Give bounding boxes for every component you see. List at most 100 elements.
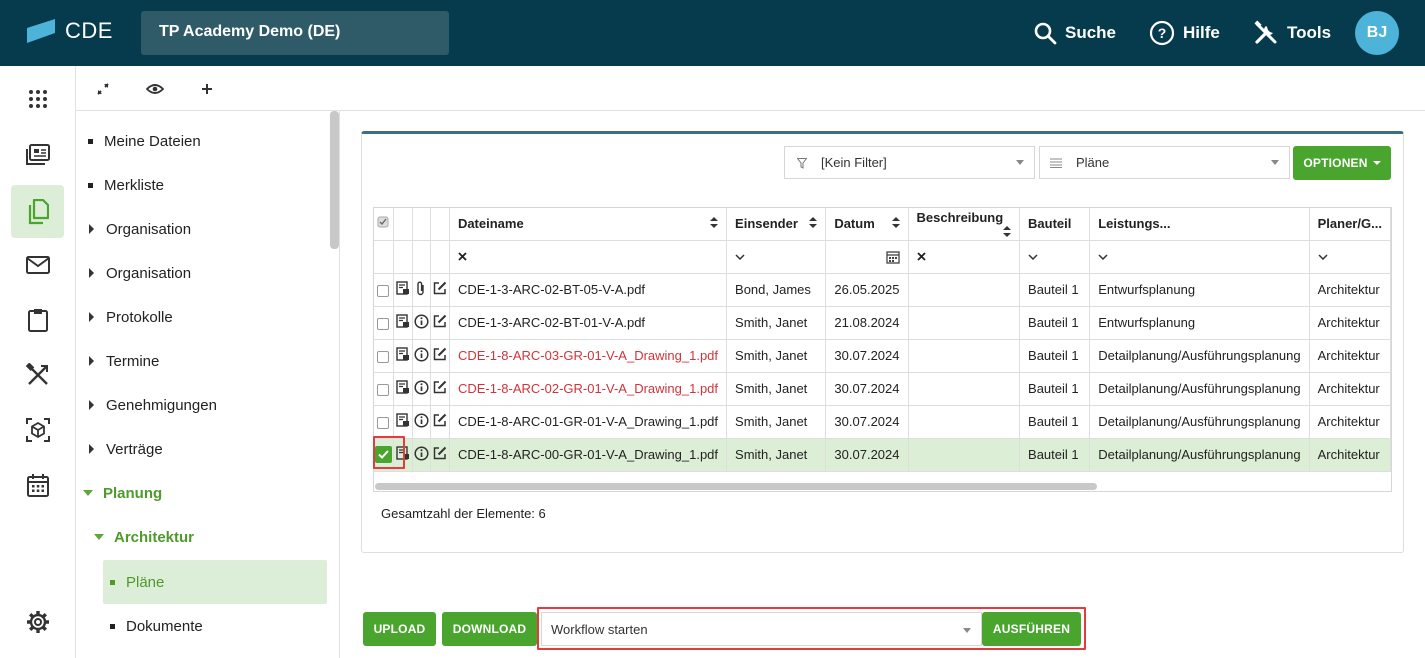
tree-item-architektur[interactable]: Architektur: [94, 515, 194, 559]
table-row[interactable]: CDE-1-8-ARC-02-GR-01-V-A_Drawing_1.pdf Sm…: [374, 372, 1391, 406]
tree-item-meine-dateien[interactable]: Meine Dateien: [88, 119, 201, 163]
cell-filename[interactable]: CDE-1-8-ARC-00-GR-01-V-A_Drawing_1.pdf: [449, 438, 728, 472]
tree-item-genehmigungen[interactable]: Genehmigungen: [88, 383, 217, 427]
documents-grid: Dateiname Einsender Datum Beschreibung B…: [373, 207, 1392, 492]
cell-filename[interactable]: CDE-1-8-ARC-03-GR-01-V-A_Drawing_1.pdf: [449, 339, 728, 373]
upload-button[interactable]: UPLOAD: [363, 612, 436, 646]
grid-horizontal-scrollbar[interactable]: [375, 483, 1097, 490]
info-button[interactable]: [412, 339, 432, 373]
info-button[interactable]: [412, 306, 432, 340]
project-selector[interactable]: TP Academy Demo (DE): [141, 11, 449, 55]
tree-scrollbar[interactable]: [330, 111, 339, 249]
sort-icon: [891, 217, 900, 229]
col-header-bauteil[interactable]: Bauteil: [1019, 208, 1091, 241]
rail-tasks-button[interactable]: [11, 293, 64, 346]
edit-button[interactable]: [430, 438, 450, 472]
row-checkbox[interactable]: [377, 350, 390, 363]
properties-button[interactable]: [393, 273, 413, 307]
tree-item-organisation-1[interactable]: Organisation: [88, 207, 191, 251]
filter-select[interactable]: [Kein Filter]: [784, 146, 1035, 179]
options-button[interactable]: OPTIONEN: [1293, 146, 1391, 180]
tree-item-organisation-2[interactable]: Organisation: [88, 251, 191, 295]
dropdown-arrow-icon: [1016, 160, 1024, 165]
add-button[interactable]: [198, 80, 216, 98]
tree-item-vertraege[interactable]: Verträge: [88, 427, 163, 471]
edit-button[interactable]: [430, 339, 450, 373]
properties-button[interactable]: [393, 372, 413, 406]
col-header-beschreibung[interactable]: Beschreibung: [908, 208, 1021, 241]
chevron-down-icon: [1318, 253, 1328, 260]
tree-item-termine[interactable]: Termine: [88, 339, 159, 383]
cell-filename[interactable]: CDE-1-8-ARC-02-GR-01-V-A_Drawing_1.pdf: [449, 372, 728, 406]
cell-sender: Bond, James: [726, 273, 827, 307]
attachment-button[interactable]: [412, 273, 432, 307]
rail-calendar-button[interactable]: [11, 458, 64, 511]
download-button[interactable]: DOWNLOAD: [442, 612, 537, 646]
edit-button[interactable]: [430, 273, 450, 307]
folder-tree: Meine Dateien Merkliste Organisation Org…: [76, 111, 340, 658]
cell-filename[interactable]: CDE-1-3-ARC-02-BT-05-V-A.pdf: [449, 273, 728, 307]
tools-label: Tools: [1287, 23, 1332, 42]
col-header-leistungsphase[interactable]: Leistungs...: [1089, 208, 1310, 241]
document-properties-icon: [395, 347, 409, 361]
select-all-header[interactable]: [374, 208, 394, 241]
tree-item-merkliste[interactable]: Merkliste: [88, 163, 164, 207]
col-header-planer[interactable]: Planer/G...: [1309, 208, 1391, 241]
rail-settings-button[interactable]: [11, 595, 64, 648]
filter-datum[interactable]: [825, 240, 909, 274]
row-checkbox[interactable]: [377, 317, 390, 330]
filter-einsender[interactable]: [726, 240, 827, 274]
table-row[interactable]: CDE-1-3-ARC-02-BT-05-V-A.pdf Bond, James 2…: [374, 273, 1391, 307]
search-button[interactable]: Suche: [1033, 0, 1116, 66]
row-checkbox[interactable]: [377, 383, 390, 396]
info-button[interactable]: [412, 438, 432, 472]
tree-item-planung[interactable]: Planung: [83, 471, 162, 515]
cell-description: [908, 273, 1021, 307]
caret-right-icon: [89, 312, 94, 322]
logo[interactable]: CDE: [27, 18, 113, 44]
expand-button[interactable]: [94, 80, 112, 98]
filter-bauteil[interactable]: [1019, 240, 1091, 274]
row-checkbox[interactable]: [377, 416, 390, 429]
rail-documents-button[interactable]: [11, 185, 64, 238]
view-select[interactable]: Pläne: [1039, 146, 1290, 179]
rail-tools-button[interactable]: [11, 348, 64, 401]
filter-planer[interactable]: [1309, 240, 1391, 274]
rail-news-button[interactable]: [11, 128, 64, 181]
svg-text:?: ?: [1158, 25, 1167, 41]
edit-button[interactable]: [430, 372, 450, 406]
edit-button[interactable]: [430, 405, 450, 439]
table-row[interactable]: CDE-1-3-ARC-02-BT-01-V-A.pdf Smith, Janet…: [374, 306, 1391, 340]
cell-filename[interactable]: CDE-1-8-ARC-01-GR-01-V-A_Drawing_1.pdf: [449, 405, 728, 439]
table-row[interactable]: CDE-1-8-ARC-01-GR-01-V-A_Drawing_1.pdf Sm…: [374, 405, 1391, 439]
rail-apps-button[interactable]: [11, 72, 64, 125]
edit-icon: [433, 380, 447, 394]
user-avatar[interactable]: BJ: [1355, 11, 1399, 55]
info-button[interactable]: [412, 405, 432, 439]
tools-button[interactable]: Tools: [1253, 0, 1331, 66]
tree-item-protokolle[interactable]: Protokolle: [88, 295, 173, 339]
help-button[interactable]: ? Hilfe: [1149, 0, 1220, 66]
tree-item-dokumente[interactable]: Dokumente: [110, 604, 203, 648]
info-button[interactable]: [412, 372, 432, 406]
table-row[interactable]: CDE-1-8-ARC-03-GR-01-V-A_Drawing_1.pdf Sm…: [374, 339, 1391, 373]
properties-button[interactable]: [393, 405, 413, 439]
properties-button[interactable]: [393, 306, 413, 340]
filter-leistungsphase[interactable]: [1089, 240, 1310, 274]
col-header-dateiname[interactable]: Dateiname: [449, 208, 728, 241]
cell-part: Bauteil 1: [1019, 306, 1091, 340]
table-row[interactable]: CDE-1-8-ARC-00-GR-01-V-A_Drawing_1.pdf Sm…: [374, 438, 1391, 472]
col-header-datum[interactable]: Datum: [825, 208, 909, 241]
cell-filename[interactable]: CDE-1-3-ARC-02-BT-01-V-A.pdf: [449, 306, 728, 340]
clear-filter-beschreibung[interactable]: [908, 240, 1021, 274]
rail-model-button[interactable]: [11, 403, 64, 456]
tree-item-plaene[interactable]: Pläne: [110, 560, 164, 604]
properties-button[interactable]: [393, 339, 413, 373]
col-header-einsender[interactable]: Einsender: [726, 208, 827, 241]
design-tools-icon: [25, 362, 48, 385]
edit-button[interactable]: [430, 306, 450, 340]
clear-filter-dateiname[interactable]: [449, 240, 728, 274]
view-button[interactable]: [146, 80, 164, 98]
row-checkbox[interactable]: [377, 284, 390, 297]
rail-mail-button[interactable]: [11, 238, 64, 291]
